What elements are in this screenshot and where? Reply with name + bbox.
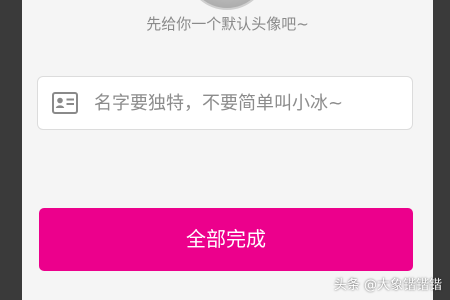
watermark-text: 头条 @大象锴锴锴 [333, 278, 442, 293]
complete-button[interactable]: 全部完成 [39, 208, 413, 271]
default-avatar[interactable] [186, 0, 268, 10]
name-field-container[interactable] [37, 76, 413, 130]
name-input[interactable] [94, 77, 404, 129]
id-card-icon [52, 92, 78, 114]
app-screen: 先给你一个默认头像吧~ 全部完成 [22, 0, 433, 300]
avatar-caption: 先给你一个默认头像吧~ [146, 15, 309, 33]
